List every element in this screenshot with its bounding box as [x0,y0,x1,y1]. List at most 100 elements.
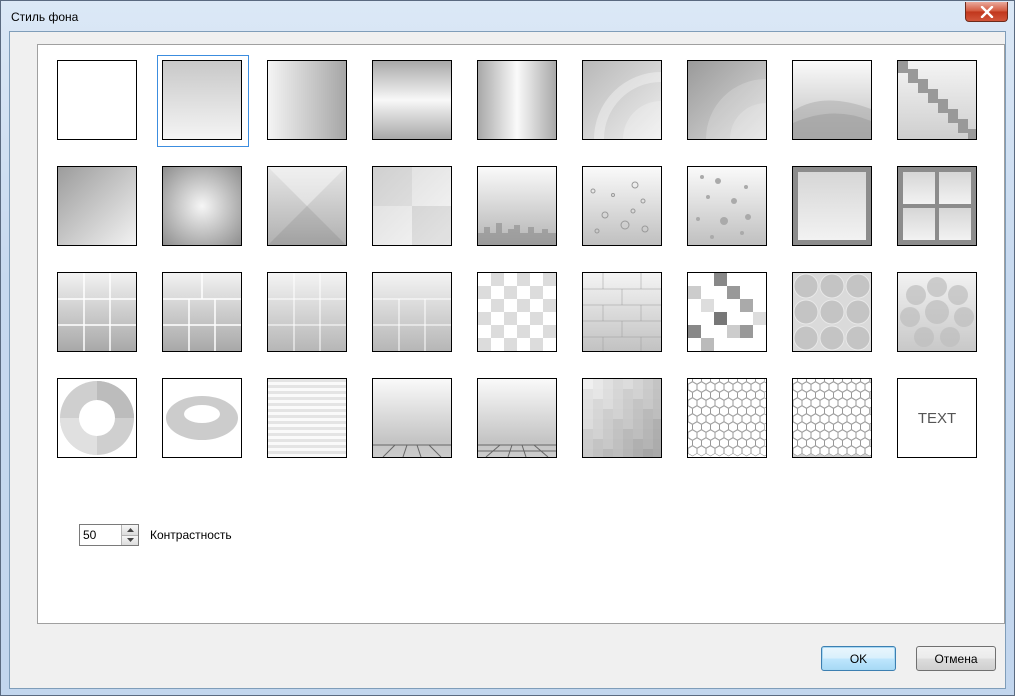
style-option-city-skyline[interactable] [472,161,564,253]
style-option-floor-grid[interactable] [472,373,564,465]
style-thumbnail[interactable] [687,272,767,352]
style-thumbnail[interactable] [477,60,557,140]
style-option-hexagons[interactable] [682,373,774,465]
style-option-text[interactable]: TEXT [892,373,984,465]
style-thumbnail[interactable]: TEXT [897,378,977,458]
style-option-tiles-offset[interactable] [157,267,249,359]
style-option-window-frame[interactable] [892,161,984,253]
style-preview-image [478,61,556,139]
style-thumbnail[interactable] [162,272,242,352]
style-cell [154,370,259,476]
style-option-tiles-bricks-light[interactable] [367,267,459,359]
style-thumbnail[interactable] [372,166,452,246]
style-cell [364,52,469,158]
style-thumbnail[interactable] [792,60,872,140]
style-thumbnail[interactable] [267,166,347,246]
style-option-floor-perspective[interactable] [367,373,459,465]
spinner-up-button[interactable] [122,525,138,535]
style-thumbnail[interactable] [267,272,347,352]
style-thumbnail[interactable] [477,378,557,458]
style-thumbnail[interactable] [372,272,452,352]
style-thumbnail[interactable] [792,166,872,246]
style-thumbnail[interactable] [267,378,347,458]
style-preview-image [688,379,766,457]
style-thumbnail[interactable] [57,378,137,458]
style-option-quadrants[interactable] [367,161,459,253]
style-option-bricks[interactable] [577,267,669,359]
style-option-circles-3x3[interactable] [787,267,879,359]
style-thumbnail[interactable] [687,166,767,246]
style-grid: TEXT [49,52,994,476]
style-option-horizontal-band[interactable] [367,55,459,147]
style-option-waves[interactable] [787,55,879,147]
style-preview-image [373,379,451,457]
style-thumbnail[interactable] [897,166,977,246]
style-option-hexagons-dark[interactable] [787,373,879,465]
style-option-ellipse-ring[interactable] [157,373,249,465]
style-thumbnail[interactable] [477,272,557,352]
style-option-arcs-dark[interactable] [682,55,774,147]
style-thumbnail[interactable] [267,60,347,140]
style-thumbnail[interactable] [372,378,452,458]
style-thumbnail[interactable] [897,272,977,352]
style-cell [784,370,889,476]
style-thumbnail[interactable] [57,166,137,246]
close-icon [980,5,993,18]
style-preview-image [373,273,451,351]
style-option-horizontal-gradient[interactable] [262,55,354,147]
style-cell [49,264,154,370]
style-cell [574,158,679,264]
style-thumbnail[interactable] [57,272,137,352]
style-thumbnail[interactable] [582,60,662,140]
style-option-diagonal-gradient[interactable] [52,161,144,253]
style-thumbnail[interactable] [582,378,662,458]
style-thumbnail[interactable] [792,378,872,458]
style-option-tiles-3x3[interactable] [52,267,144,359]
style-option-tiles-grid-light[interactable] [262,267,354,359]
style-option-stairs[interactable] [892,55,984,147]
style-cell [784,158,889,264]
style-option-circles-ring[interactable] [892,267,984,359]
style-preview-image [898,167,976,245]
style-thumbnail[interactable] [582,166,662,246]
style-option-arcs-light[interactable] [577,55,669,147]
title-bar[interactable]: Стиль фона [1,1,1014,31]
style-option-bubbles[interactable] [577,161,669,253]
style-thumbnail[interactable] [162,166,242,246]
style-option-envelope[interactable] [262,161,354,253]
style-thumbnail[interactable] [687,378,767,458]
style-option-dots[interactable] [682,161,774,253]
style-thumbnail[interactable] [582,272,662,352]
style-thumbnail[interactable] [57,60,137,140]
style-preview-image [373,61,451,139]
style-option-stripes[interactable] [262,373,354,465]
style-preview-image [478,273,556,351]
cancel-button[interactable]: Отмена [916,646,996,671]
contrast-value[interactable]: 50 [80,525,121,545]
style-cell [574,52,679,158]
style-thumbnail[interactable] [792,272,872,352]
spinner-down-button[interactable] [122,534,138,545]
contrast-spinner[interactable]: 50 [79,524,139,546]
style-option-vertical-band[interactable] [472,55,564,147]
style-option-radial-cross[interactable] [157,161,249,253]
close-button[interactable] [965,2,1008,22]
style-option-checkerboard[interactable] [472,267,564,359]
style-option-mosaic[interactable] [682,267,774,359]
style-preview-image [898,61,976,139]
style-option-frame[interactable] [787,161,879,253]
style-thumbnail[interactable] [162,378,242,458]
window-title: Стиль фона [11,10,79,24]
style-option-pixel-gradient[interactable] [577,373,669,465]
style-preview-image [58,167,136,245]
style-thumbnail[interactable] [897,60,977,140]
style-option-plain-white[interactable] [52,55,144,147]
style-option-vertical-gradient[interactable] [157,55,249,147]
style-thumbnail[interactable] [372,60,452,140]
ok-button[interactable]: OK [821,646,896,671]
style-thumbnail[interactable] [687,60,767,140]
style-cell [49,52,154,158]
style-thumbnail[interactable] [162,60,242,140]
style-thumbnail[interactable] [477,166,557,246]
style-option-donut[interactable] [52,373,144,465]
